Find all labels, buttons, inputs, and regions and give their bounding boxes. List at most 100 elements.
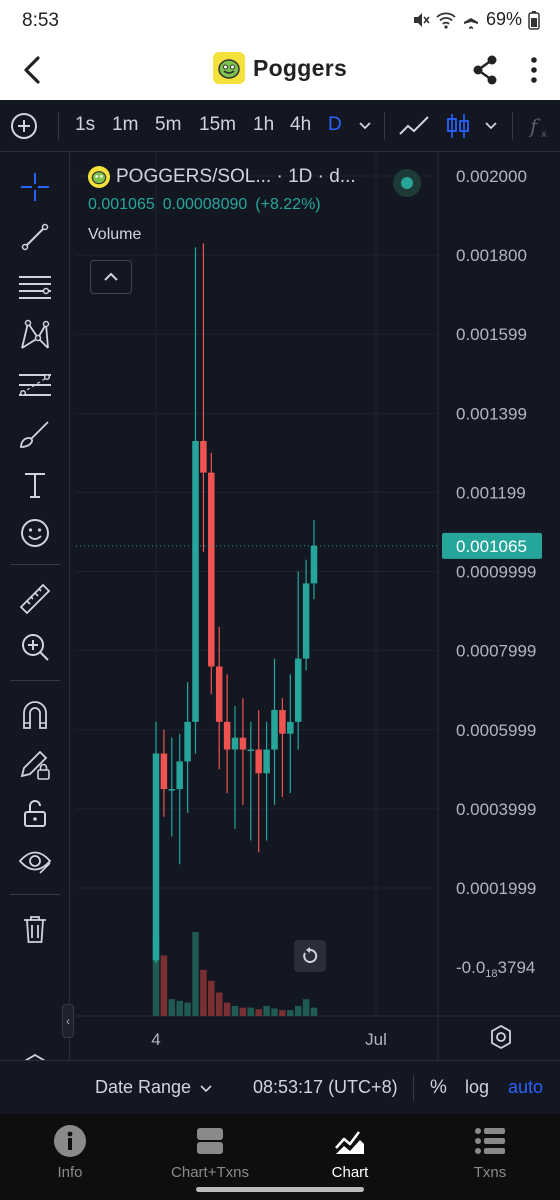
pattern-icon xyxy=(21,319,50,349)
remove-drawings-tool[interactable] xyxy=(16,910,54,948)
candle-body xyxy=(200,441,207,473)
candle-body xyxy=(263,749,270,774)
text-tool[interactable] xyxy=(16,466,54,504)
nav-info-label: Info xyxy=(57,1164,83,1181)
candle-body xyxy=(160,753,168,790)
candle-body xyxy=(239,737,247,750)
timezone-clock[interactable]: 08:53:17 (UTC+8) xyxy=(253,1077,398,1098)
nav-txns[interactable]: Txns xyxy=(420,1124,560,1181)
trend-line-icon xyxy=(21,223,49,251)
candlestick-icon[interactable] xyxy=(446,112,470,140)
status-icons: 69% xyxy=(412,9,540,30)
interval-1s[interactable]: 1s xyxy=(75,114,95,136)
candle-body xyxy=(168,789,176,791)
magnet-tool[interactable] xyxy=(16,696,54,734)
nav-chart-txns[interactable]: Chart+Txns xyxy=(140,1124,280,1181)
crosshair-tool[interactable] xyxy=(16,168,54,206)
toolbar-divider xyxy=(58,112,59,140)
airplane-icon xyxy=(463,11,478,29)
log-scale-button[interactable]: log xyxy=(465,1077,489,1098)
candle-body xyxy=(152,753,160,961)
volume-bar xyxy=(294,1005,302,1016)
auto-scale-button[interactable]: auto xyxy=(508,1077,543,1098)
indicators-fx-icon[interactable]: fx xyxy=(528,112,554,140)
hide-drawings-tool[interactable] xyxy=(16,842,54,880)
chart-settings-icon[interactable] xyxy=(488,1024,514,1050)
legend-values: 0.001065 0.00008090 (+8.22%) xyxy=(88,196,428,214)
emoji-tool[interactable] xyxy=(16,514,54,552)
candle-body xyxy=(302,583,310,659)
fib-retracement-icon xyxy=(19,373,51,397)
price-chart[interactable]: 0.002000 0.001800 0.001599 0.001399 0.001199… xyxy=(76,152,560,1060)
legend-close: 0.001065 xyxy=(88,196,155,213)
current-price-label: 0.001065 xyxy=(456,537,527,556)
price-tick-label: -0.0183794 xyxy=(456,958,535,980)
symbol-logo-icon xyxy=(88,166,110,188)
chart-txns-icon xyxy=(197,1128,223,1154)
trend-line-tool[interactable] xyxy=(16,218,54,256)
date-range-dropdown[interactable]: Date Range xyxy=(95,1077,212,1098)
legend-symbol-row: POGGERS/SOL... · 1D · d... xyxy=(88,166,428,188)
interval-1m[interactable]: 1m xyxy=(112,114,138,136)
brush-tool[interactable] xyxy=(16,416,54,454)
volume-bar xyxy=(287,1010,294,1016)
zoom-tool[interactable] xyxy=(16,628,54,666)
candle-body xyxy=(247,749,255,752)
battery-icon xyxy=(528,10,540,30)
interval-4h[interactable]: 4h xyxy=(290,114,311,136)
interval-d[interactable]: D xyxy=(328,114,342,136)
market-status-dot-icon xyxy=(393,169,421,197)
candle-body xyxy=(279,709,286,734)
crosshair-icon xyxy=(21,173,49,201)
status-bar: 8:53 69% xyxy=(0,0,560,42)
nav-chart[interactable]: Chart xyxy=(280,1124,420,1181)
candle-body xyxy=(271,709,278,750)
token-logo-icon xyxy=(212,52,245,84)
legend-change: 0.00008090 xyxy=(162,196,248,213)
symbol-label[interactable]: POGGERS/SOL... · 1D · d... xyxy=(116,166,356,188)
interval-1h[interactable]: 1h xyxy=(253,114,274,136)
volume-bar xyxy=(263,1005,270,1016)
interval-chevron-down-icon[interactable] xyxy=(358,120,372,132)
interval-5m[interactable]: 5m xyxy=(155,114,181,136)
line-chart-icon[interactable] xyxy=(398,114,432,138)
collapse-toolbar-chevron-left-icon[interactable]: ‹ xyxy=(62,1004,74,1038)
candle-body xyxy=(215,666,223,722)
toolbar-divider xyxy=(512,112,513,140)
battery-level: 69% xyxy=(485,9,522,29)
share-icon[interactable] xyxy=(470,52,500,88)
list-icon xyxy=(475,1128,505,1154)
more-vertical-icon[interactable] xyxy=(526,54,542,86)
horizontal-lines-icon xyxy=(19,276,51,299)
price-tick-label: 0.0007999 xyxy=(456,642,536,661)
eye-icon xyxy=(18,851,52,874)
magnet-icon xyxy=(23,701,47,729)
price-tick-label: 0.0005999 xyxy=(456,721,536,740)
horizontal-lines-tool[interactable] xyxy=(16,268,54,306)
fib-tool[interactable] xyxy=(16,366,54,404)
lock-drawing-tool[interactable] xyxy=(16,746,54,784)
nav-chart-txns-label: Chart+Txns xyxy=(171,1164,249,1181)
status-time: 8:53 xyxy=(22,10,59,31)
reset-chart-icon[interactable] xyxy=(294,940,326,972)
interval-15m[interactable]: 15m xyxy=(199,114,236,136)
price-tick-label: 0.001800 xyxy=(456,246,527,265)
lock-all-tool[interactable] xyxy=(16,794,54,832)
collapse-legend-chevron-up-icon[interactable] xyxy=(90,260,132,294)
add-indicator-icon[interactable] xyxy=(10,112,38,140)
volume-bar xyxy=(208,980,215,1016)
percent-scale-button[interactable]: % xyxy=(430,1077,447,1099)
date-range-label: Date Range xyxy=(95,1077,192,1097)
page-title: Poggers xyxy=(252,54,348,81)
info-icon xyxy=(54,1125,86,1157)
volume-bar xyxy=(231,1005,239,1016)
price-tick-label: 0.0001999 xyxy=(456,879,536,898)
candle-body xyxy=(208,472,215,667)
app-header: Poggers xyxy=(0,42,560,100)
chart-type-chevron-down-icon[interactable] xyxy=(484,120,498,132)
ruler-tool[interactable] xyxy=(16,580,54,618)
pattern-tool[interactable] xyxy=(16,316,54,354)
volume-bar xyxy=(247,1007,255,1016)
volume-bar xyxy=(215,992,223,1016)
nav-info[interactable]: Info xyxy=(0,1124,140,1181)
